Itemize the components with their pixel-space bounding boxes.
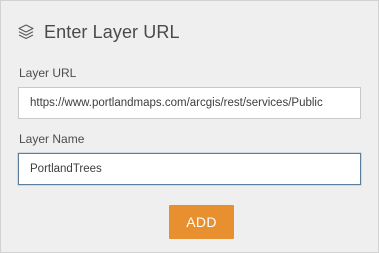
layer-name-input[interactable] — [18, 153, 361, 185]
panel-header: Enter Layer URL — [17, 20, 180, 44]
layers-icon — [17, 23, 35, 41]
layer-url-input[interactable] — [18, 87, 361, 119]
add-button[interactable]: ADD — [169, 205, 234, 239]
enter-layer-url-panel: Enter Layer URL Layer URL Layer Name ADD — [0, 0, 379, 253]
layer-name-label: Layer Name — [19, 132, 85, 146]
layer-url-label: Layer URL — [19, 66, 77, 80]
panel-title: Enter Layer URL — [44, 21, 180, 42]
